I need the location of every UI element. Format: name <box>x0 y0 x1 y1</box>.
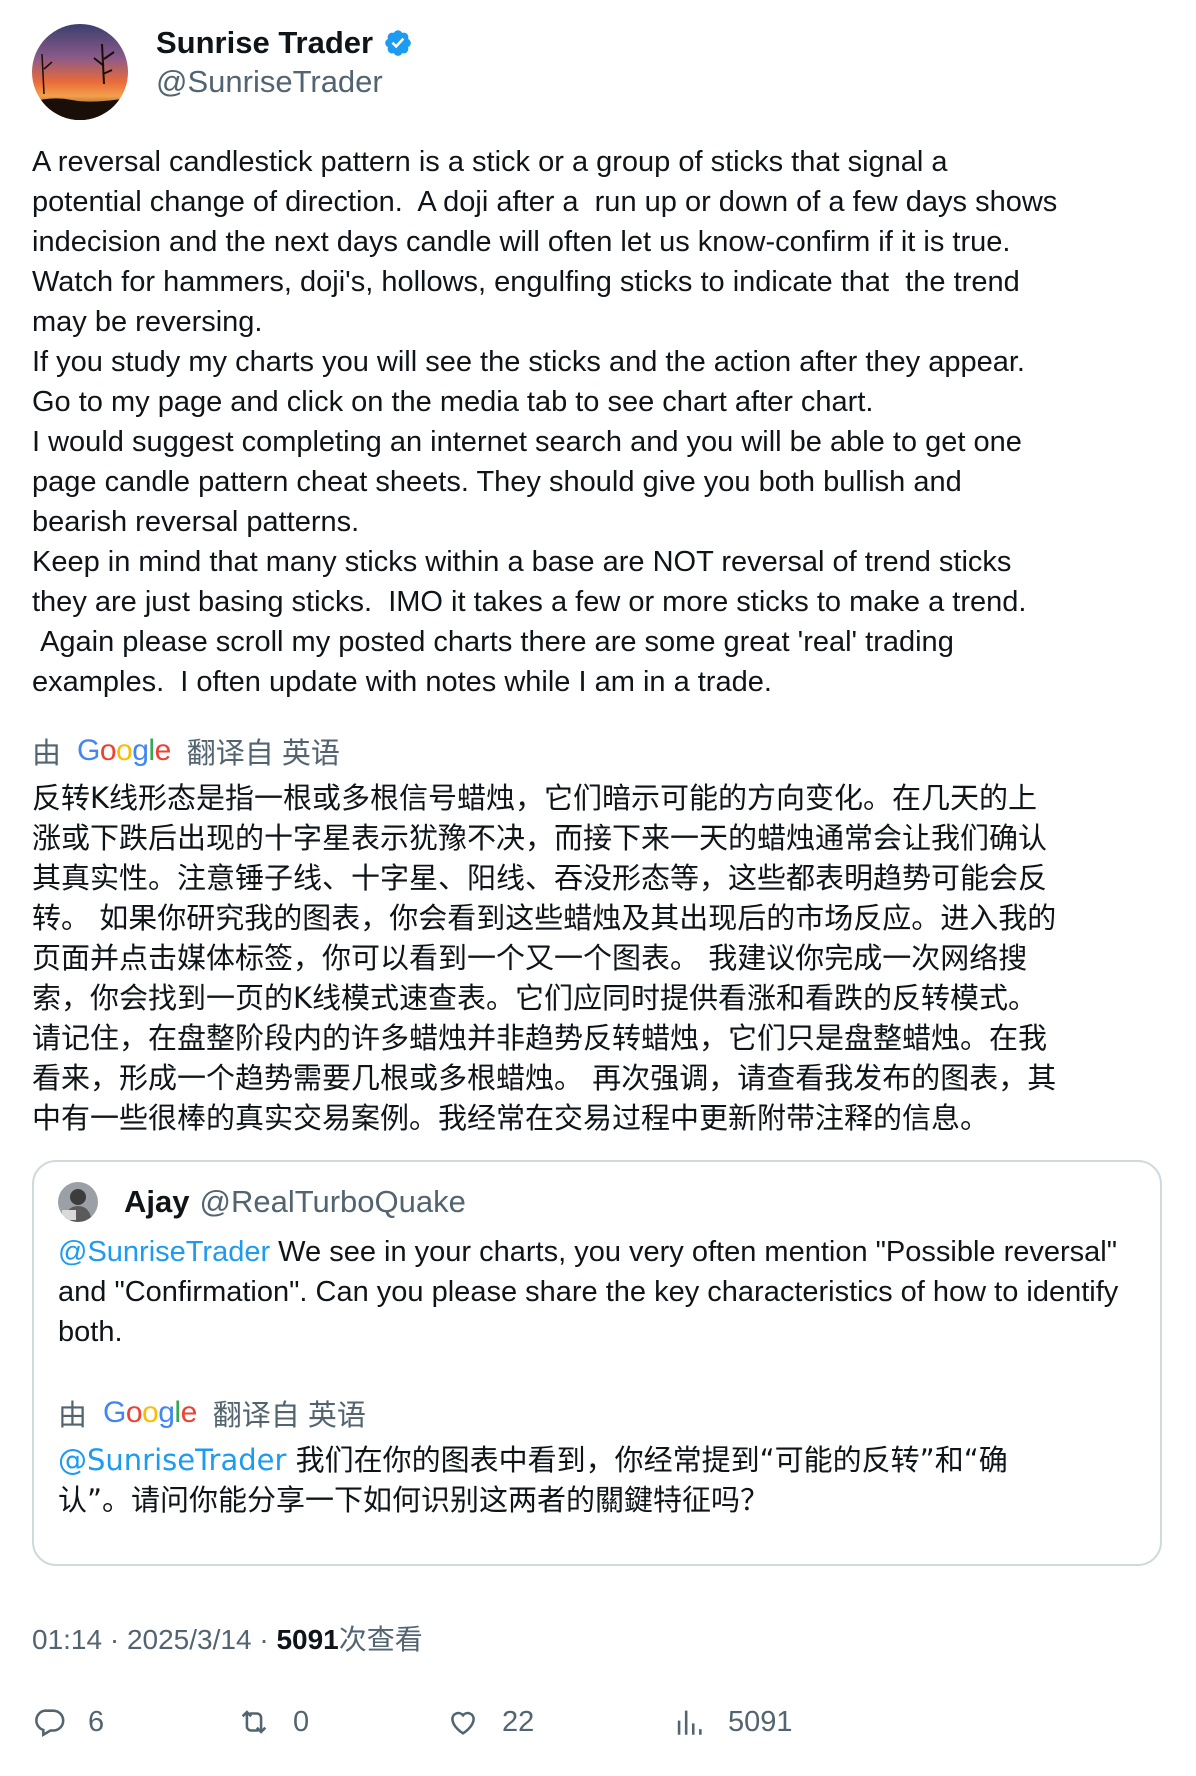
author-avatar[interactable] <box>32 24 128 120</box>
google-logo-letter: o <box>125 1396 143 1429</box>
quoted-translate-suffix: 翻译自 英语 <box>212 1400 366 1432</box>
view-count: 5091 <box>276 1624 339 1655</box>
views-count: 5091 <box>728 1705 793 1738</box>
person-avatar-image <box>58 1182 98 1222</box>
like-button[interactable]: 22 <box>446 1705 534 1739</box>
meta-separator: · <box>102 1624 127 1655</box>
tweet-actions-bar: 6 0 22 5091 <box>32 1705 1172 1745</box>
reply-button[interactable]: 6 <box>32 1705 104 1739</box>
translated-mention-link[interactable]: @SunriseTrader <box>58 1443 286 1477</box>
google-logo-letter: o <box>116 734 133 767</box>
google-logo-letter: g <box>132 734 149 767</box>
google-logo-letter: G <box>77 734 100 767</box>
google-logo-letter: e <box>154 734 172 767</box>
translation-attribution: 由 Google 翻译自 英语 <box>32 730 340 772</box>
author-handle[interactable]: @SunriseTrader <box>156 62 413 102</box>
google-logo-letter: G <box>103 1396 126 1429</box>
reply-icon <box>35 1709 65 1738</box>
tweet-metadata: 01:14 · 2025/3/14 · 5091次查看 <box>32 1618 423 1658</box>
translated-tweet-text: 反转K线形态是指一根或多根信号蜡烛，它们暗示可能的方向变化。在几天的上 涨或下跌… <box>32 781 1057 1135</box>
quoted-tweet-header: Ajay @RealTurboQuake <box>58 1182 466 1222</box>
translate-suffix: 翻译自 英语 <box>186 738 340 770</box>
retweet-button[interactable]: 0 <box>237 1705 309 1739</box>
google-logo-letter: e <box>180 1396 198 1429</box>
author-display-name[interactable]: Sunrise Trader <box>156 24 413 62</box>
google-logo: Google <box>103 1396 197 1430</box>
google-logo-letter: o <box>142 1396 159 1429</box>
translate-prefix: 由 <box>32 738 62 770</box>
tweet-time[interactable]: 01:14 <box>32 1624 102 1655</box>
google-logo: Google <box>77 734 171 768</box>
verified-badge-icon[interactable] <box>383 28 413 58</box>
google-logo-letter: g <box>158 1396 175 1429</box>
meta-separator: · <box>251 1624 277 1655</box>
quoted-author-handle[interactable]: @RealTurboQuake <box>199 1184 465 1220</box>
quoted-translated-text: @SunriseTrader 我们在你的图表中看到，你经常提到“可能的反转”和“… <box>58 1440 1058 1520</box>
author-display-name-text: Sunrise Trader <box>156 25 374 60</box>
quoted-tweet-text: @SunriseTrader We see in your charts, yo… <box>58 1232 1138 1352</box>
quoted-translate-prefix: 由 <box>58 1400 88 1432</box>
reply-count: 6 <box>88 1705 105 1738</box>
retweet-icon <box>241 1710 267 1734</box>
view-count-label: 次查看 <box>338 1624 423 1655</box>
google-logo-letter: o <box>99 734 117 767</box>
heart-icon <box>451 1711 475 1735</box>
analytics-bars-icon <box>677 1710 702 1735</box>
tweet-date[interactable]: 2025/3/14 <box>127 1624 252 1655</box>
mention-link[interactable]: @SunriseTrader <box>58 1236 270 1268</box>
quoted-tweet[interactable]: Ajay @RealTurboQuake @SunriseTrader We s… <box>32 1160 1162 1566</box>
sunset-avatar-image <box>32 24 128 120</box>
quoted-author-name[interactable]: Ajay <box>124 1184 189 1220</box>
tweet-header: Sunrise Trader @SunriseTrader <box>32 24 413 120</box>
retweet-count: 0 <box>293 1705 310 1738</box>
quoted-translation-attribution: 由 Google 翻译自 英语 <box>58 1392 366 1434</box>
author-names: Sunrise Trader @SunriseTrader <box>156 24 413 102</box>
quoted-author-avatar[interactable] <box>58 1182 98 1222</box>
tweet-text: A reversal candlestick pattern is a stic… <box>32 146 1058 698</box>
like-count: 22 <box>502 1705 535 1738</box>
views-button[interactable]: 5091 <box>672 1705 793 1739</box>
